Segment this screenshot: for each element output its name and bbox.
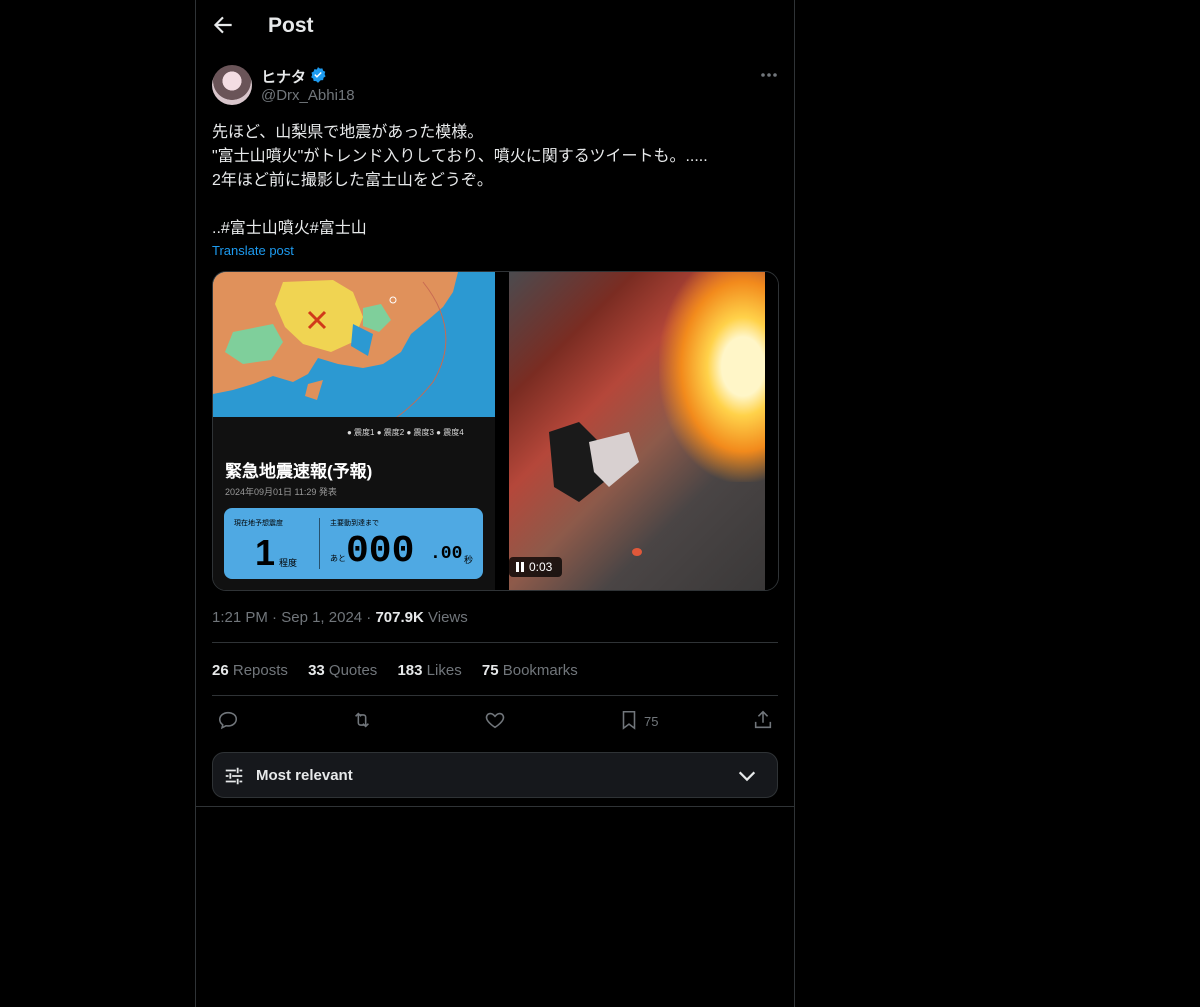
post-video[interactable]: ● 震度1 ● 震度2 ● 震度3 ● 震度4 緊急地震速報(予報) 2024年… — [212, 271, 779, 591]
reply-sort-dropdown[interactable]: Most relevant — [212, 752, 778, 798]
arrow-left-icon — [213, 16, 232, 34]
bookmark-icon — [622, 710, 636, 730]
repost-icon — [355, 712, 369, 728]
bookmark-count: 75 — [644, 714, 659, 729]
alert-title: 緊急地震速報(予報) — [225, 462, 373, 481]
post-text: 先ほど、山梨県で地震があった模様。 "富士山噴火"がトレンド入りしており、噴火に… — [212, 124, 708, 237]
earthquake-map — [213, 272, 495, 445]
post-date[interactable]: Sep 1, 2024 — [281, 609, 362, 626]
meta-separator: · — [272, 609, 282, 626]
earthquake-map-illustration — [213, 272, 495, 445]
video-frame-right — [509, 272, 765, 590]
like-button[interactable] — [484, 709, 506, 731]
author-handle[interactable]: @Drx_Abhi18 — [261, 87, 355, 104]
video-frame-divider — [495, 272, 509, 590]
reposts-stat[interactable]: 26 Reposts — [212, 662, 288, 679]
reply-button[interactable] — [217, 709, 239, 731]
avatar[interactable] — [212, 65, 252, 105]
divider — [196, 806, 794, 807]
quotes-stat[interactable]: 33 Quotes — [308, 662, 377, 679]
engagement-stats: 26 Reposts 33 Quotes 183 Likes 75 Bookma… — [212, 662, 594, 679]
share-button[interactable] — [752, 709, 774, 731]
verified-badge-icon — [311, 67, 326, 83]
top-bar: Post — [196, 0, 794, 53]
heart-icon — [485, 712, 505, 729]
pause-icon — [516, 562, 524, 572]
likes-stat[interactable]: 183 Likes — [397, 662, 461, 679]
predicted-intensity-value: 1 — [255, 532, 276, 573]
alert-card-divider — [319, 518, 320, 569]
post-meta: 1:21 PM · Sep 1, 2024 · 707.9K Views — [212, 609, 468, 626]
alert-card: 現在地予想震度 1 程度 主要動到達まで あと 000 .00 秒 — [224, 508, 483, 579]
video-time: 0:03 — [529, 560, 553, 574]
post-column: Post ヒナタ @Drx_Abhi18 先ほど、山梨県で地震があった模様。 "… — [195, 0, 795, 1007]
video-pause-button[interactable]: 0:03 — [509, 557, 562, 577]
arrival-prefix: あと — [330, 554, 346, 563]
repost-button[interactable] — [351, 709, 373, 731]
sort-label: Most relevant — [256, 767, 353, 784]
page-title: Post — [268, 14, 314, 37]
arrival-label: 主要動到達まで — [330, 520, 379, 527]
translate-post-link[interactable]: Translate post — [212, 243, 294, 258]
figure-silhouette — [549, 422, 642, 556]
arrival-seconds-unit: 秒 — [464, 555, 474, 565]
bookmarks-stat[interactable]: 75 Bookmarks — [482, 662, 578, 679]
more-horizontal-icon — [761, 73, 777, 77]
reply-icon — [218, 711, 238, 730]
share-icon — [754, 710, 772, 729]
arrival-seconds-value: 000 — [346, 530, 415, 573]
alert-date: 2024年09月01日 11:29 発表 — [225, 487, 337, 497]
divider — [212, 695, 778, 696]
views-label: Views — [428, 609, 468, 626]
predicted-intensity-label: 現在地予想震度 — [234, 520, 283, 527]
predicted-intensity-unit: 程度 — [279, 558, 298, 568]
divider — [212, 642, 778, 643]
bookmark-button[interactable] — [618, 709, 640, 731]
post-time[interactable]: 1:21 PM — [212, 609, 268, 626]
arrival-seconds-decimal: .00 — [430, 544, 463, 564]
sliders-icon — [225, 767, 243, 785]
more-options-button[interactable] — [758, 66, 780, 84]
video-frame-left: ● 震度1 ● 震度2 ● 震度3 ● 震度4 緊急地震速報(予報) 2024年… — [213, 272, 495, 590]
author-display-name[interactable]: ヒナタ — [261, 66, 306, 87]
video-frame-edge — [765, 272, 778, 590]
map-legend: ● 震度1 ● 震度2 ● 震度3 ● 震度4 — [347, 428, 464, 437]
back-button[interactable] — [210, 12, 236, 38]
chevron-down-icon — [738, 771, 756, 782]
views-count: 707.9K — [375, 609, 424, 626]
